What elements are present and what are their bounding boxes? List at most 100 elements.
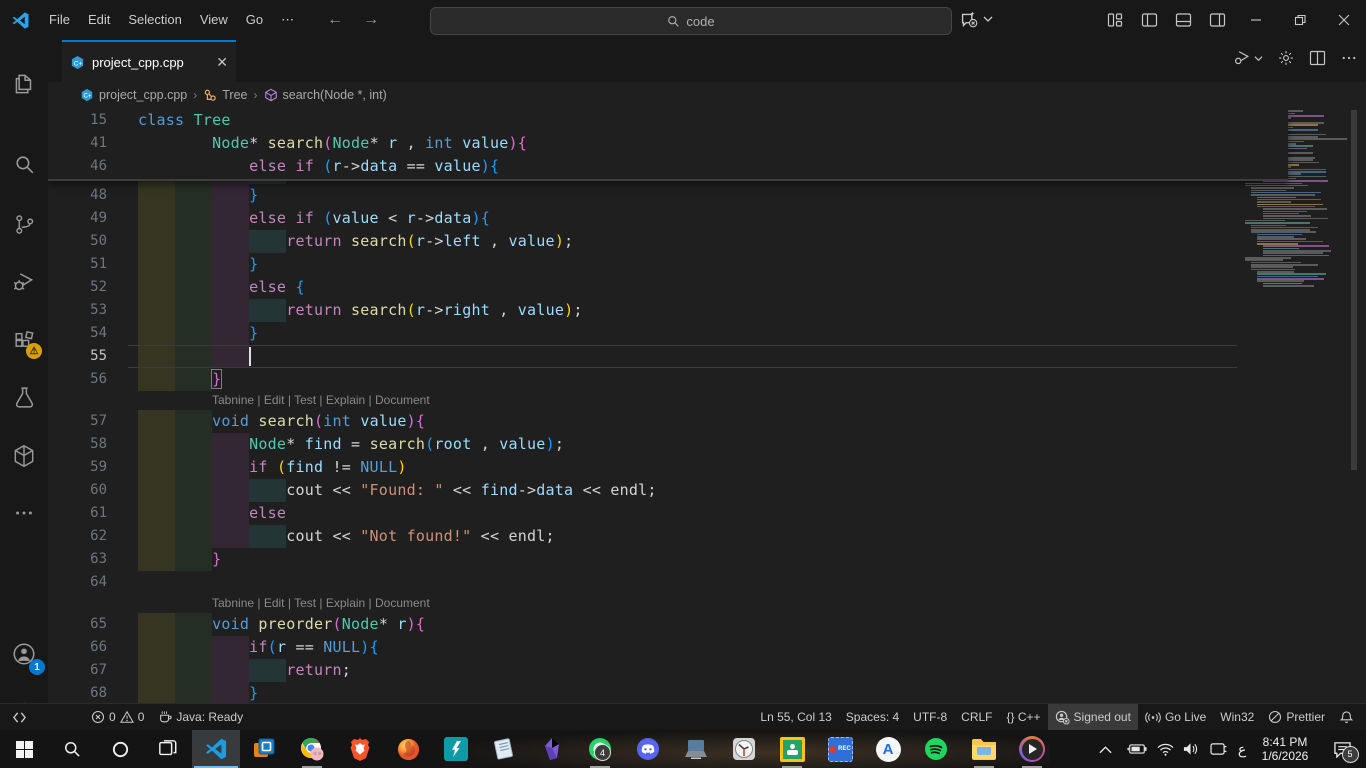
code-line[interactable]: 51 } (48, 253, 1288, 276)
breadcrumb-class[interactable]: Tree (222, 88, 247, 102)
start-button[interactable] (0, 730, 48, 768)
language-mode[interactable]: {} C++ (1000, 704, 1048, 730)
menu-file[interactable]: File (40, 0, 79, 40)
sticky-line[interactable]: 15 class Tree (48, 109, 1288, 132)
taskbar-lightning-app[interactable] (432, 730, 480, 768)
code-line[interactable]: 52 else { (48, 276, 1288, 299)
explorer-icon[interactable] (0, 60, 48, 108)
taskbar-discord[interactable] (624, 730, 672, 768)
code-line[interactable]: 63 } (48, 548, 1288, 571)
task-view-button[interactable] (144, 730, 192, 768)
nav-forward-icon[interactable]: → (353, 11, 389, 29)
more-views-icon[interactable] (0, 489, 48, 537)
menu-more[interactable]: ⋯ (272, 0, 303, 40)
taskbar-obsidian[interactable] (528, 730, 576, 768)
taskbar-vmware[interactable] (240, 730, 288, 768)
problems-indicator[interactable]: 0 0 (84, 704, 151, 730)
code-area[interactable]: 48 } 49 else if (value < r->data){50 retu… (48, 108, 1366, 703)
platform[interactable]: Win32 (1213, 704, 1261, 730)
cortana-button[interactable] (96, 730, 144, 768)
taskbar-screen-recorder[interactable]: REC (816, 730, 864, 768)
tray-clock[interactable]: 8:41 PM 1/6/2026 (1252, 730, 1318, 768)
nav-back-icon[interactable]: ← (317, 11, 353, 29)
tray-battery-icon[interactable] (1122, 730, 1152, 768)
code-line[interactable]: 65 void preorder(Node* r){ (48, 613, 1288, 636)
toggle-secondary-sidebar-icon[interactable] (1200, 0, 1234, 40)
taskbar-whatsapp[interactable]: 4 (576, 730, 624, 768)
taskbar-classroom[interactable] (768, 730, 816, 768)
code-line[interactable]: 57 void search(int value){ (48, 410, 1288, 433)
taskbar-appstore[interactable]: A (864, 730, 912, 768)
taskbar-spotify[interactable] (912, 730, 960, 768)
vertical-scrollbar[interactable] (1351, 110, 1357, 470)
taskbar-brave[interactable] (336, 730, 384, 768)
run-debug-icon[interactable] (0, 258, 48, 306)
sticky-line[interactable]: 41 Node* search(Node* r , int value){ (48, 132, 1288, 155)
account-icon[interactable]: 1 (0, 630, 48, 678)
code-line[interactable]: 54 } (48, 322, 1288, 345)
code-line[interactable]: 58 Node* find = search(root , value); (48, 433, 1288, 456)
taskbar-notepad[interactable] (480, 730, 528, 768)
code-line[interactable]: 50 return search(r->left , value); (48, 230, 1288, 253)
customize-layout-icon[interactable] (1098, 0, 1132, 40)
code-line[interactable]: 68 } (48, 682, 1288, 703)
menu-edit[interactable]: Edit (79, 0, 119, 40)
more-actions-icon[interactable] (1340, 49, 1358, 67)
tabnine-signed-out[interactable]: Signed out (1047, 704, 1138, 730)
code-line[interactable]: 56 } (48, 368, 1288, 391)
tray-language-indicator[interactable]: ع (1230, 730, 1254, 768)
minimize-button[interactable] (1234, 0, 1278, 40)
package-hexagon-icon[interactable] (0, 432, 48, 480)
code-line[interactable]: 66 if(r == NULL){ (48, 636, 1288, 659)
code-line[interactable]: 59 if (find != NULL) (48, 456, 1288, 479)
taskbar-remote-display[interactable] (672, 730, 720, 768)
remote-indicator[interactable] (0, 704, 34, 730)
codelens[interactable]: Tabnine | Edit | Test | Explain | Docume… (48, 391, 1288, 410)
taskbar-media-player[interactable] (1008, 730, 1056, 768)
minimap[interactable] (1237, 108, 1351, 703)
taskbar-vscode[interactable] (192, 730, 240, 768)
source-control-icon[interactable] (0, 200, 48, 248)
prettier-status[interactable]: Prettier (1261, 704, 1332, 730)
breadcrumb-method[interactable]: search(Node *, int) (283, 88, 387, 102)
search-view-icon[interactable] (0, 140, 48, 188)
tray-notifications[interactable]: 5 (1322, 730, 1362, 768)
java-status[interactable]: Java: Ready (151, 704, 250, 730)
tab-close-icon[interactable]: ✕ (216, 54, 228, 71)
taskbar-file-explorer[interactable] (960, 730, 1008, 768)
code-line[interactable]: 55 (48, 345, 1288, 368)
menu-selection[interactable]: Selection (119, 0, 190, 40)
tray-chevron-up[interactable] (1090, 730, 1120, 768)
tray-touch-keyboard-icon[interactable] (1204, 730, 1232, 768)
code-line[interactable]: 60 cout << "Found: " << find->data << en… (48, 479, 1288, 502)
extensions-icon[interactable]: ⚠ (0, 317, 48, 365)
code-line[interactable]: 64 (48, 571, 1288, 594)
encoding[interactable]: UTF-8 (906, 704, 954, 730)
eol-sequence[interactable]: CRLF (954, 704, 999, 730)
taskbar-firefox[interactable] (384, 730, 432, 768)
command-center-search[interactable]: code (430, 7, 952, 35)
cursor-position[interactable]: Ln 55, Col 13 (753, 704, 838, 730)
code-line[interactable]: 53 return search(r->right , value); (48, 299, 1288, 322)
code-line[interactable]: 67 return; (48, 659, 1288, 682)
run-settings-gear-icon[interactable] (1277, 49, 1295, 67)
taskbar-search-button[interactable] (48, 730, 96, 768)
go-live[interactable]: Go Live (1138, 704, 1213, 730)
copilot-button[interactable] (958, 8, 993, 30)
run-debug-file-button[interactable] (1232, 48, 1263, 68)
split-editor-icon[interactable] (1309, 50, 1326, 66)
toggle-panel-icon[interactable] (1166, 0, 1200, 40)
code-line[interactable]: 61 else (48, 502, 1288, 525)
sticky-line[interactable]: 46 else if (r->data == value){ (48, 155, 1288, 178)
close-window-button[interactable] (1322, 0, 1366, 40)
tray-wifi-icon[interactable] (1152, 730, 1178, 768)
tray-volume-icon[interactable] (1178, 730, 1204, 768)
toggle-sidebar-icon[interactable] (1132, 0, 1166, 40)
codelens[interactable]: Tabnine | Edit | Test | Explain | Docume… (48, 594, 1288, 613)
code-line[interactable]: 62 cout << "Not found!" << endl; (48, 525, 1288, 548)
breadcrumb-file[interactable]: project_cpp.cpp (99, 88, 187, 102)
indentation[interactable]: Spaces: 4 (839, 704, 906, 730)
testing-icon[interactable] (0, 373, 48, 421)
menu-view[interactable]: View (191, 0, 237, 40)
taskbar-clock-utility[interactable] (720, 730, 768, 768)
